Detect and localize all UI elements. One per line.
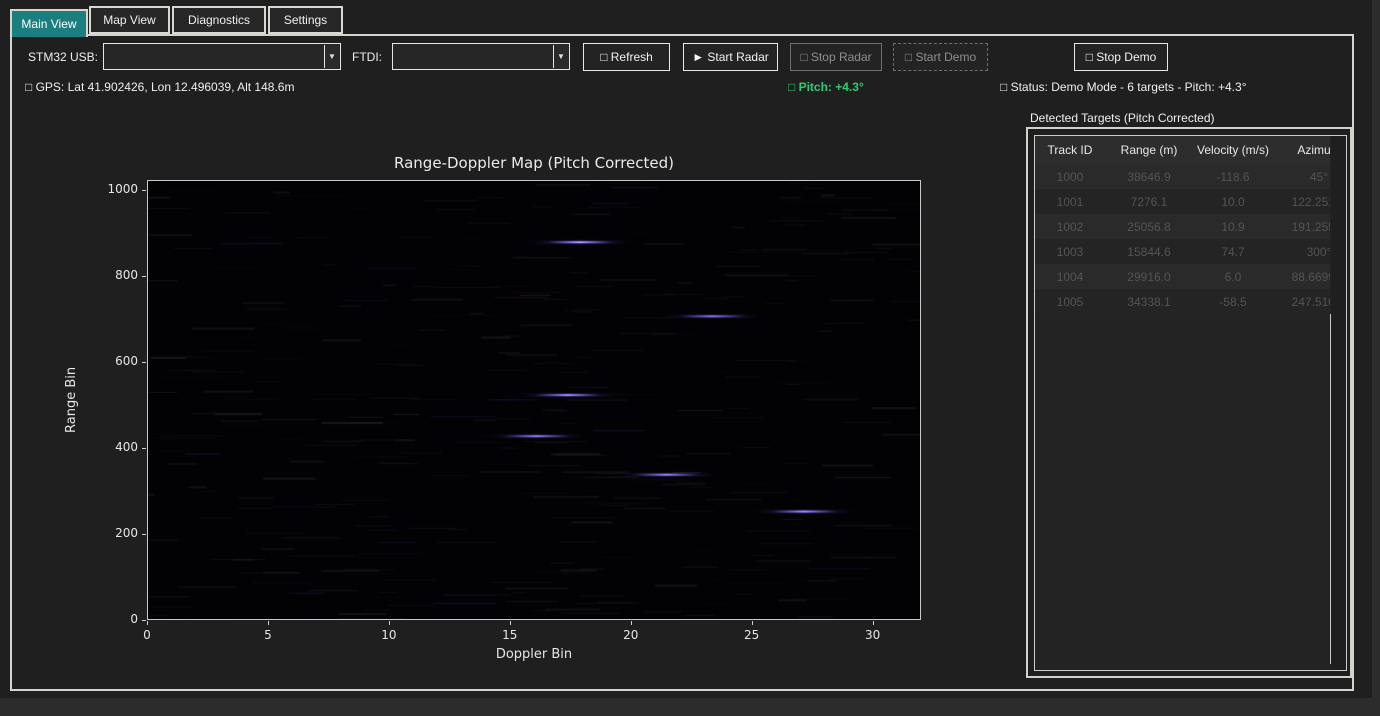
start-radar-button[interactable]: ► Start Radar xyxy=(683,43,778,71)
targets-table-viewport: Track ID Range (m) Velocity (m/s) Azimut… xyxy=(1035,136,1330,670)
tab-settings[interactable]: Settings xyxy=(268,6,343,34)
desktop-edge xyxy=(1372,0,1380,716)
refresh-button[interactable]: □ Refresh xyxy=(583,43,670,71)
viewport-edge-line xyxy=(1330,314,1331,664)
tab-main-view[interactable]: Main View xyxy=(10,9,88,37)
y-tick-label: 200 xyxy=(96,526,138,540)
gps-status-text: □ GPS: Lat 41.902426, Lon 12.496039, Alt… xyxy=(25,80,294,94)
x-tick-mark xyxy=(752,621,753,625)
table-cell: 1003 xyxy=(1035,239,1105,264)
table-row[interactable]: 100429916.06.088.66998° xyxy=(1035,264,1330,289)
table-cell: 45° xyxy=(1273,164,1330,189)
table-cell: -118.6 xyxy=(1193,164,1273,189)
y-tick-label: 0 xyxy=(96,612,138,626)
targets-groupbox: Track ID Range (m) Velocity (m/s) Azimut… xyxy=(1026,127,1352,678)
table-cell: 1004 xyxy=(1035,264,1105,289)
x-tick-mark xyxy=(631,621,632,625)
tab-map-view[interactable]: Map View xyxy=(89,6,170,34)
table-header-row: Track ID Range (m) Velocity (m/s) Azimut… xyxy=(1035,136,1330,164)
y-tick-mark xyxy=(142,190,146,191)
tab-main-view-label: Main View xyxy=(21,17,76,31)
table-cell: 1005 xyxy=(1035,289,1105,314)
y-tick-label: 1000 xyxy=(96,182,138,196)
table-cell: 6.0 xyxy=(1193,264,1273,289)
targets-panel-title: Detected Targets (Pitch Corrected) xyxy=(1030,111,1215,125)
table-cell: 300° xyxy=(1273,239,1330,264)
stop-demo-button[interactable]: □ Stop Demo xyxy=(1074,43,1168,71)
y-tick-mark xyxy=(142,448,146,449)
x-tick-mark xyxy=(510,621,511,625)
y-axis-label: Range Bin xyxy=(64,330,79,470)
y-tick-mark xyxy=(142,276,146,277)
table-cell: 1001 xyxy=(1035,189,1105,214)
tab-diagnostics-label: Diagnostics xyxy=(188,13,250,27)
table-cell: 74.7 xyxy=(1193,239,1273,264)
stm32-usb-label: STM32 USB: xyxy=(28,50,98,64)
ftdi-combobox[interactable]: ▼ xyxy=(392,43,570,70)
x-tick-label: 10 xyxy=(374,628,404,642)
y-tick-mark xyxy=(142,620,146,621)
x-axis-label: Doppler Bin xyxy=(147,647,921,662)
desktop-edge xyxy=(0,698,1380,716)
table-cell: 88.66998° xyxy=(1273,264,1330,289)
col-track-id[interactable]: Track ID xyxy=(1035,136,1105,164)
y-tick-label: 400 xyxy=(96,440,138,454)
table-cell: 34338.1 xyxy=(1105,289,1193,314)
range-doppler-heatmap xyxy=(147,180,921,620)
y-tick-mark xyxy=(142,534,146,535)
x-tick-label: 30 xyxy=(858,628,888,642)
table-cell: 29916.0 xyxy=(1105,264,1193,289)
col-range[interactable]: Range (m) xyxy=(1105,136,1193,164)
ftdi-label: FTDI: xyxy=(352,50,382,64)
tab-settings-label: Settings xyxy=(284,13,327,27)
col-velocity[interactable]: Velocity (m/s) xyxy=(1193,136,1273,164)
table-cell: 247.5104° xyxy=(1273,289,1330,314)
x-tick-label: 25 xyxy=(737,628,767,642)
x-tick-mark xyxy=(147,621,148,625)
start-demo-button: □ Start Demo xyxy=(893,43,988,71)
x-tick-label: 20 xyxy=(616,628,646,642)
demo-status-text: □ Status: Demo Mode - 6 targets - Pitch:… xyxy=(1000,80,1247,94)
x-tick-mark xyxy=(389,621,390,625)
table-row[interactable]: 100534338.1-58.5247.5104° xyxy=(1035,289,1330,314)
table-row[interactable]: 100225056.810.9191.2552° xyxy=(1035,214,1330,239)
table-cell: 7276.1 xyxy=(1105,189,1193,214)
x-tick-label: 15 xyxy=(495,628,525,642)
table-row[interactable]: 100038646.9-118.645° xyxy=(1035,164,1330,189)
table-cell: 15844.6 xyxy=(1105,239,1193,264)
chevron-down-icon[interactable]: ▼ xyxy=(553,45,568,68)
x-tick-mark xyxy=(873,621,874,625)
table-row[interactable]: 100315844.674.7300° xyxy=(1035,239,1330,264)
tab-diagnostics[interactable]: Diagnostics xyxy=(172,6,266,34)
table-cell: -58.5 xyxy=(1193,289,1273,314)
table-cell: 10.9 xyxy=(1193,214,1273,239)
radar-app-window: Main View Map View Diagnostics Settings … xyxy=(0,0,1372,698)
x-tick-mark xyxy=(268,621,269,625)
x-tick-label: 5 xyxy=(253,628,283,642)
y-tick-label: 800 xyxy=(96,268,138,282)
x-tick-label: 0 xyxy=(132,628,162,642)
y-tick-label: 600 xyxy=(96,354,138,368)
stop-radar-button: □ Stop Radar xyxy=(790,43,882,71)
table-cell: 10.0 xyxy=(1193,189,1273,214)
chart-title: Range-Doppler Map (Pitch Corrected) xyxy=(147,154,921,172)
vertical-scrollbar[interactable] xyxy=(1331,136,1347,670)
chevron-down-icon[interactable]: ▼ xyxy=(324,45,339,68)
table-cell: 25056.8 xyxy=(1105,214,1193,239)
heatmap-canvas xyxy=(148,181,920,619)
y-tick-mark xyxy=(142,362,146,363)
stm32-usb-combobox[interactable]: ▼ xyxy=(103,43,341,70)
targets-table-body: 100038646.9-118.645°10017276.110.0122.25… xyxy=(1035,164,1330,314)
pitch-indicator-text: □ Pitch: +4.3° xyxy=(788,80,864,94)
col-azimuth[interactable]: Azimuth xyxy=(1273,136,1330,164)
targets-table: Track ID Range (m) Velocity (m/s) Azimut… xyxy=(1034,135,1347,671)
tab-map-view-label: Map View xyxy=(103,13,155,27)
table-row[interactable]: 10017276.110.0122.2510° xyxy=(1035,189,1330,214)
table-cell: 191.2552° xyxy=(1273,214,1330,239)
table-cell: 1000 xyxy=(1035,164,1105,189)
table-cell: 38646.9 xyxy=(1105,164,1193,189)
desktop: Main View Map View Diagnostics Settings … xyxy=(0,0,1380,716)
table-cell: 122.2510° xyxy=(1273,189,1330,214)
table-cell: 1002 xyxy=(1035,214,1105,239)
